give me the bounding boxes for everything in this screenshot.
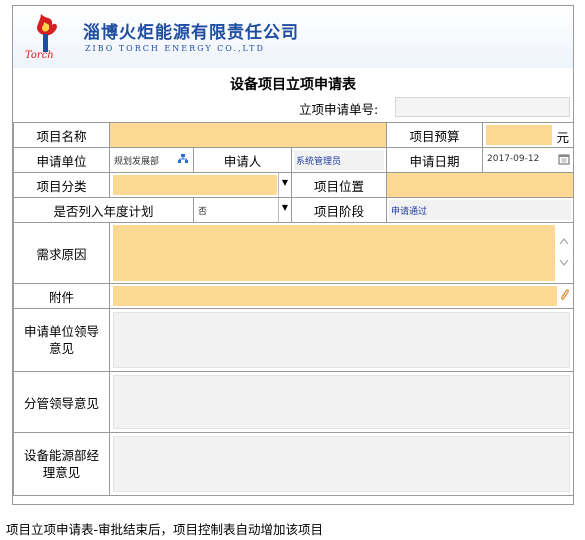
application-form-table: 项目名称 项目预算 元 申请单位 规划发展部 申请人 系统管理员 申请日期 20… — [13, 122, 575, 496]
applicant-label: 申请人 — [193, 147, 292, 173]
dept-leader-opinion-label: 申请单位领导意见 — [13, 308, 110, 372]
stage-value: 申请通过 — [391, 207, 428, 217]
applicant-cell: 系统管理员 — [290, 147, 388, 173]
budget-input[interactable] — [486, 125, 553, 145]
reason-textarea[interactable] — [108, 222, 575, 284]
budget-label: 项目预算 — [386, 122, 484, 148]
chevron-down-icon[interactable]: ▼ — [278, 173, 291, 197]
reason-label: 需求原因 — [13, 222, 110, 284]
form-title: 设备项目立项申请表 — [230, 77, 356, 93]
company-header: Torch 淄博火炬能源有限责任公司 ZIBO TORCH ENERGY CO.… — [13, 6, 573, 68]
scroll-up-icon[interactable] — [559, 237, 569, 245]
project-name-label: 项目名称 — [13, 122, 110, 148]
apply-date-cell[interactable]: 2017-09-12 — [482, 147, 575, 173]
stage-label: 项目阶段 — [290, 197, 388, 223]
apply-dept-cell[interactable]: 规划发展部 — [109, 147, 194, 173]
apply-dept-value: 规划发展部 — [114, 157, 160, 167]
apply-date-value: 2017-09-12 — [487, 154, 540, 164]
apply-dept-label: 申请单位 — [13, 147, 110, 173]
budget-cell: 元 — [482, 122, 575, 148]
logo-text: Torch — [25, 50, 54, 61]
budget-unit: 元 — [556, 130, 570, 145]
dept-leader-opinion-field[interactable] — [108, 308, 575, 372]
chevron-down-icon[interactable]: ▼ — [278, 198, 291, 222]
stage-cell: 申请通过 — [386, 197, 575, 223]
energy-manager-opinion-field[interactable] — [108, 432, 575, 496]
apply-date-label: 申请日期 — [386, 147, 484, 173]
energy-manager-opinion-label: 设备能源部经理意见 — [13, 432, 110, 496]
project-name-input[interactable] — [108, 122, 388, 148]
screenshot-caption: 项目立项申请表-审批结束后，项目控制表自动增加该项目 — [6, 522, 324, 537]
annual-plan-select[interactable]: 否 ▼ — [193, 197, 292, 223]
application-form-frame: Torch 淄博火炬能源有限责任公司 ZIBO TORCH ENERGY CO.… — [12, 5, 575, 505]
location-input[interactable] — [386, 172, 575, 198]
category-label: 项目分类 — [13, 172, 110, 198]
request-number-field[interactable] — [395, 97, 570, 117]
org-select-icon[interactable] — [177, 153, 189, 165]
category-select[interactable]: ▼ — [109, 172, 292, 198]
charge-leader-opinion-field[interactable] — [108, 371, 575, 433]
location-label: 项目位置 — [290, 172, 388, 198]
charge-leader-opinion-label: 分管领导意见 — [13, 371, 110, 433]
attachment-label: 附件 — [13, 283, 110, 309]
company-name-en: ZIBO TORCH ENERGY CO.,LTD — [85, 44, 265, 53]
torch-logo-icon: Torch — [25, 14, 57, 61]
attachment-field[interactable] — [108, 283, 575, 309]
company-name-cn: 淄博火炬能源有限责任公司 — [83, 23, 299, 43]
request-number-label: 立项申请单号: — [299, 102, 379, 117]
applicant-value: 系统管理员 — [296, 157, 342, 167]
annual-plan-value: 否 — [198, 207, 208, 217]
paperclip-icon[interactable] — [559, 288, 570, 302]
annual-plan-label: 是否列入年度计划 — [13, 197, 194, 223]
scroll-down-icon[interactable] — [559, 259, 569, 267]
calendar-icon[interactable] — [558, 153, 570, 165]
